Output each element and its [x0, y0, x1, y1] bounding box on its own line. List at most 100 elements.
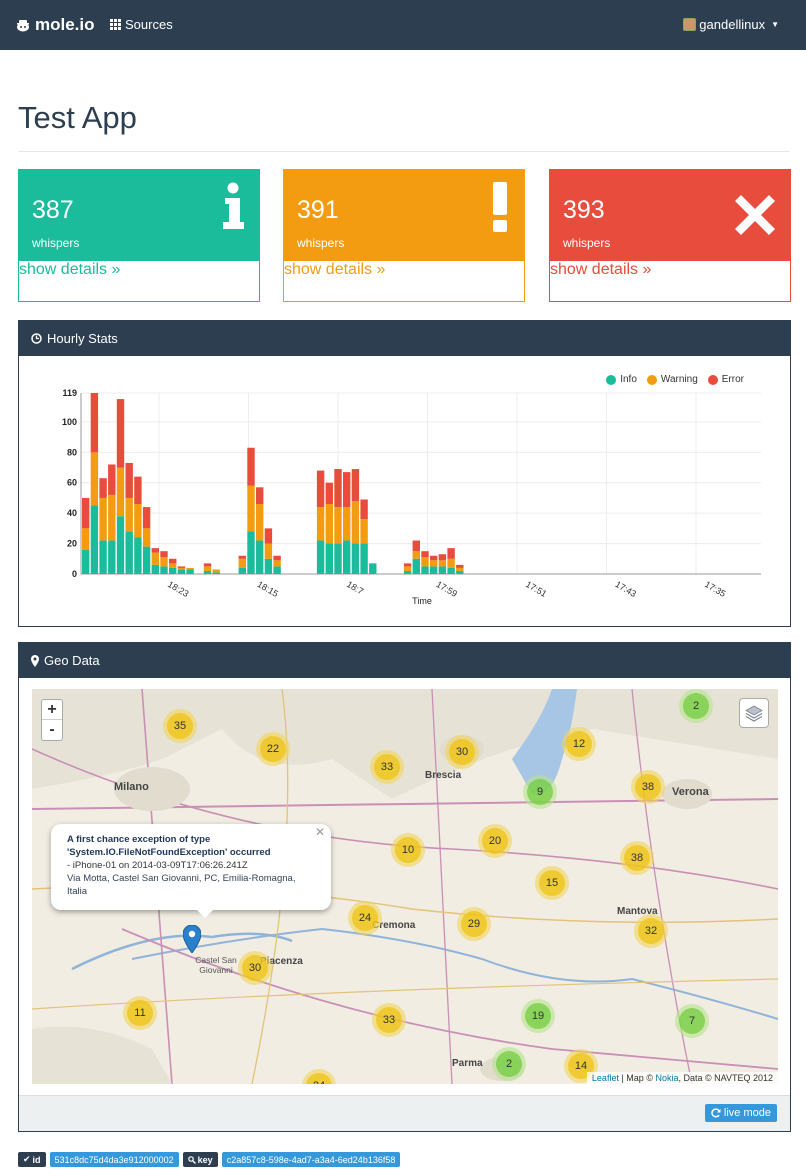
marker-cluster[interactable]: 15: [535, 866, 569, 900]
bar-segment-error: [447, 548, 455, 559]
bar-segment-warning: [273, 560, 281, 567]
bar-segment-info: [90, 505, 99, 574]
stat-card-header: 387 whispers: [19, 170, 259, 261]
bar-segment-error: [456, 564, 464, 568]
cluster-count: 11: [127, 1000, 153, 1026]
bar-segment-info: [360, 543, 368, 574]
bar-segment-error: [125, 462, 133, 498]
stat-card-header: 391 whispers: [284, 170, 524, 261]
layers-button[interactable]: [739, 698, 769, 728]
popup-close-button[interactable]: ✕: [315, 826, 325, 839]
marker-cluster[interactable]: 11: [123, 996, 157, 1030]
cluster-count: 38: [624, 845, 650, 871]
user-menu[interactable]: gandellinux ▼: [683, 17, 779, 32]
stat-value: 393: [563, 196, 605, 224]
marker-cluster[interactable]: 35: [163, 709, 197, 743]
bar-segment-warning: [90, 452, 99, 506]
navbar: mole.io Sources gandellinux ▼: [0, 0, 806, 50]
brand-link[interactable]: mole.io: [16, 15, 95, 35]
bar-segment-warning: [447, 558, 455, 568]
popup-source: - iPhone-01 on 2014-03-09T17:06:26.241Z: [67, 860, 248, 871]
bar-segment-error: [238, 555, 246, 559]
marker-cluster[interactable]: 7: [675, 1004, 709, 1038]
bar-segment-error: [108, 464, 116, 495]
bar-segment-info: [82, 549, 90, 574]
stat-label: whispers: [563, 236, 611, 250]
x-tick-label: 17:51: [524, 579, 549, 599]
marker-cluster[interactable]: 9: [523, 775, 557, 809]
marker-cluster[interactable]: 20: [478, 824, 512, 858]
attribution-text: | Map ©: [621, 1073, 653, 1083]
user-name: gandellinux: [699, 17, 766, 32]
cluster-count: 12: [566, 731, 592, 757]
stat-card-error: 393 whispers show details »: [549, 169, 791, 302]
marker-cluster[interactable]: 29: [457, 907, 491, 941]
bar-segment-info: [447, 567, 455, 574]
bar-segment-warning: [351, 500, 360, 544]
show-details-link[interactable]: show details »: [284, 261, 385, 278]
bar-segment-warning: [403, 566, 412, 571]
marker-cluster[interactable]: 22: [256, 732, 290, 766]
cluster-count: 19: [525, 1003, 551, 1029]
bar-segment-error: [134, 476, 142, 505]
cluster-count: 29: [461, 911, 487, 937]
bar-segment-info: [142, 546, 151, 574]
app-tags: ✔ id 531c8dc75d4da3e912000002 key c2a857…: [18, 1152, 401, 1167]
x-tick-label: 17:59: [435, 579, 460, 599]
bar-segment-error: [343, 472, 351, 508]
marker-cluster[interactable]: 24: [348, 901, 382, 935]
bar-segment-error: [256, 487, 264, 505]
map-marker-icon: [31, 654, 39, 667]
caret-down-icon: ▼: [771, 20, 779, 29]
bar-segment-info: [430, 566, 438, 574]
map[interactable]: Milano Brescia Verona Cremona Piacenza P…: [32, 689, 778, 1084]
key-tag: key: [182, 1152, 218, 1167]
cluster-count: 38: [635, 774, 661, 800]
marker-cluster[interactable]: 30: [445, 735, 479, 769]
bar-segment-warning: [212, 569, 220, 573]
bar-segment-error: [316, 470, 325, 508]
hourly-chart: 0 20 40 60 80 100 119 18:23 18:15 18:7 17:59 17:51 1…: [62, 388, 761, 606]
marker-cluster[interactable]: 12: [562, 727, 596, 761]
y-tick-label: 100: [62, 417, 77, 427]
live-mode-button[interactable]: live mode: [704, 1104, 777, 1122]
bar-segment-warning: [116, 467, 125, 517]
nokia-link[interactable]: Nokia: [655, 1073, 678, 1083]
show-details-link[interactable]: show details »: [550, 261, 651, 278]
marker-cluster[interactable]: 38: [620, 841, 654, 875]
geo-data-panel: Geo Data Milano Brescia Verona Cremona P…: [18, 642, 791, 1132]
marker-cluster[interactable]: 38: [631, 770, 665, 804]
map-pin-icon[interactable]: [183, 925, 201, 953]
bar-segment-info: [203, 570, 212, 574]
cluster-count: 33: [374, 754, 400, 780]
panel-title: Geo Data: [44, 653, 100, 668]
marker-cluster[interactable]: 19: [521, 999, 555, 1033]
marker-cluster[interactable]: 33: [370, 750, 404, 784]
marker-cluster[interactable]: 10: [391, 833, 425, 867]
map-label-brescia: Brescia: [425, 770, 462, 781]
marker-cluster[interactable]: 2: [679, 689, 713, 723]
bar-segment-info: [369, 563, 377, 574]
bar-segment-info: [438, 566, 447, 574]
marker-cluster[interactable]: 2: [492, 1047, 526, 1081]
leaflet-link[interactable]: Leaflet: [592, 1073, 619, 1083]
bar-segment-info: [334, 543, 342, 574]
bar-segment-info: [169, 567, 177, 574]
live-mode-label: live mode: [723, 1107, 771, 1119]
zoom-in-button[interactable]: +: [42, 700, 62, 720]
bar-segment-info: [247, 531, 255, 574]
marker-cluster[interactable]: 30: [238, 951, 272, 985]
attribution-data: , Data © NAVTEQ 2012: [678, 1073, 773, 1083]
bar-segment-info: [116, 516, 125, 574]
nav-sources[interactable]: Sources: [110, 17, 173, 32]
zoom-out-button[interactable]: -: [42, 720, 62, 740]
marker-cluster[interactable]: 33: [372, 1003, 406, 1037]
id-tag: ✔ id: [18, 1152, 46, 1167]
marker-cluster[interactable]: 32: [634, 914, 668, 948]
cluster-count: 24: [306, 1073, 332, 1084]
bar-segment-info: [151, 564, 159, 574]
bar-segment-error: [160, 551, 168, 558]
clock-icon: [31, 333, 42, 344]
show-details-link[interactable]: show details »: [19, 261, 120, 278]
x-tick-label: 17:43: [614, 579, 639, 599]
